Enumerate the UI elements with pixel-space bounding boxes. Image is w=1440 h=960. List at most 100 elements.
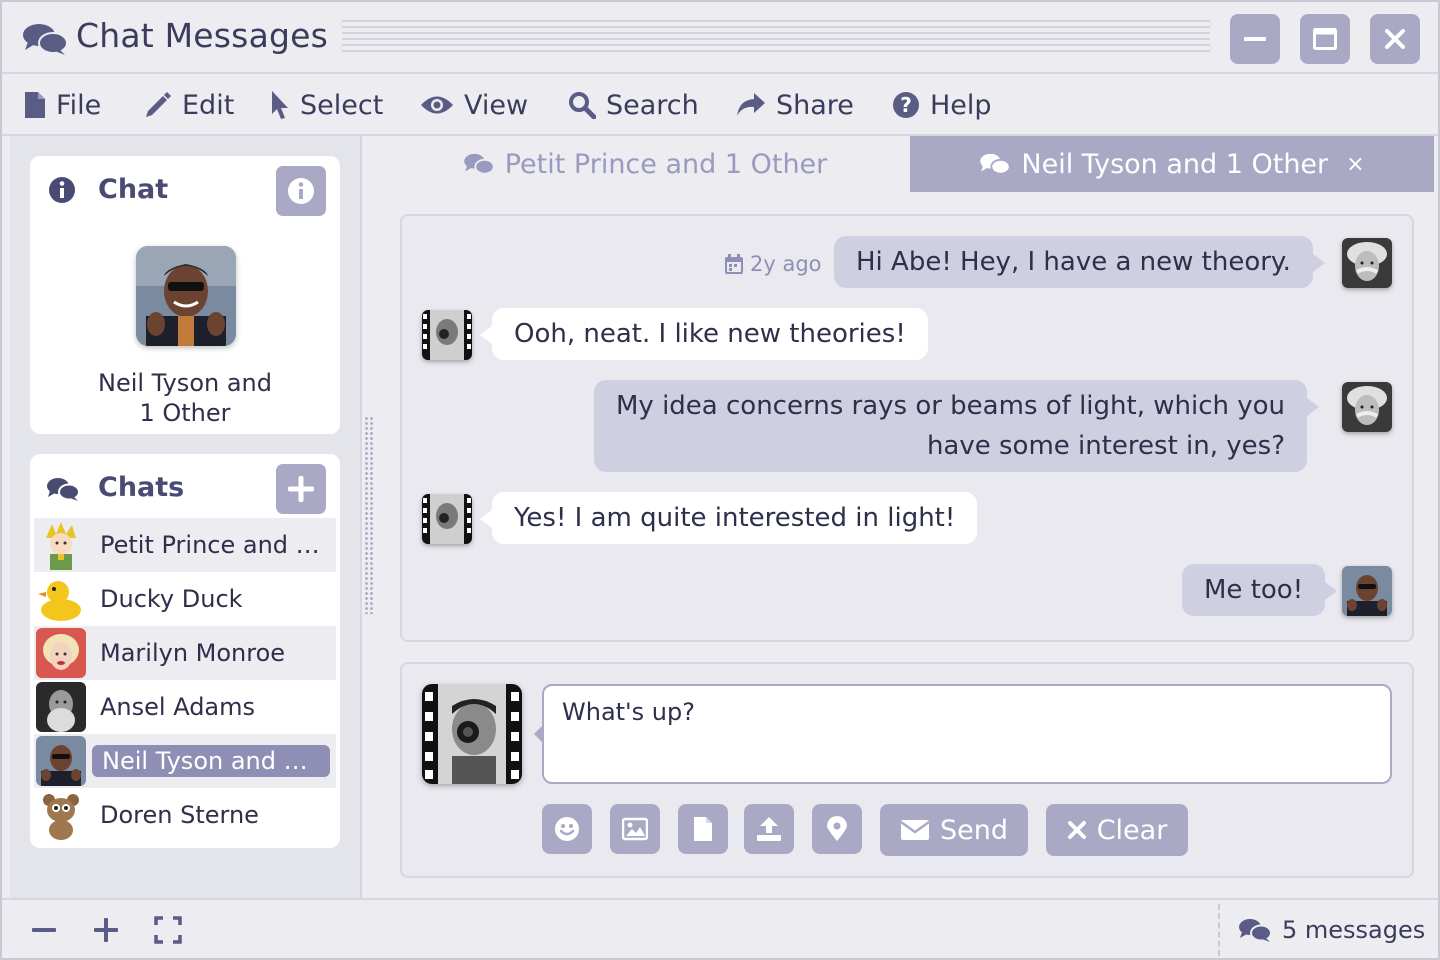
plus-icon [288, 476, 314, 502]
app-window: Chat Messages File Edit Select View Sear… [0, 0, 1440, 960]
new-chat-button[interactable] [276, 464, 326, 514]
status-bar: 5 messages [2, 898, 1438, 958]
tab-bar: Petit Prince and 1 Other Neil Tyson and … [380, 136, 1434, 192]
file-icon [694, 817, 712, 841]
location-icon [827, 816, 847, 841]
einstein-avatar [1342, 382, 1392, 432]
fullscreen-icon[interactable] [152, 914, 184, 946]
send-button[interactable]: Send [880, 804, 1028, 856]
chat-list: Petit Prince and 1... Ducky Duck Marilyn… [34, 518, 336, 842]
message-text: Ooh, neat. I like new theories! [514, 319, 906, 349]
einstein-icon [1342, 382, 1392, 432]
menu-select[interactable]: Select [270, 86, 383, 124]
film-strip-icon [422, 310, 472, 360]
petit-prince-avatar [36, 520, 86, 570]
doren-sterne-avatar [36, 790, 86, 840]
chat-name-line2: 1 Other [139, 399, 231, 427]
film-strip-icon [422, 494, 472, 544]
menu-view[interactable]: View [420, 86, 528, 124]
marilyn-monroe-avatar [36, 628, 86, 678]
chat-info-title: Chat [98, 174, 169, 205]
close-button[interactable] [1370, 14, 1420, 64]
close-icon [1385, 29, 1405, 49]
tab-label: Petit Prince and 1 Other [504, 148, 828, 180]
info-circle-icon [49, 177, 75, 203]
chat-item-doren-sterne[interactable]: Doren Sterne [34, 788, 336, 842]
ansel-adams-avatar [36, 682, 86, 732]
menu-search[interactable]: Search [568, 86, 699, 124]
chat-bubbles-icon [23, 24, 68, 55]
tab-petit-prince[interactable]: Petit Prince and 1 Other [380, 136, 910, 192]
menu-share[interactable]: Share [736, 86, 854, 124]
chat-item-petit-prince[interactable]: Petit Prince and 1... [34, 518, 336, 572]
upload-icon [757, 817, 781, 841]
zoom-out-icon[interactable] [28, 914, 60, 946]
message-bubble-outgoing[interactable]: Hi Abe! Hey, I have a new theory. [834, 236, 1325, 288]
minimize-button[interactable] [1230, 14, 1280, 64]
title-drag-handle[interactable] [342, 20, 1210, 56]
send-label: Send [939, 814, 1008, 846]
chat-item-label: Ansel Adams [100, 693, 256, 721]
chats-card: Chats Petit Prince and 1... Ducky Duck M… [30, 454, 340, 848]
chat-item-label: Neil Tyson and 1 ... [92, 745, 330, 777]
attach-file-button[interactable] [678, 804, 728, 854]
message-bubble-outgoing[interactable]: My idea concerns rays or beams of light,… [594, 380, 1320, 472]
message-bubble-outgoing[interactable]: Me too! [1182, 564, 1338, 616]
marilyn-monroe-icon [36, 628, 86, 678]
menu-file[interactable]: File [24, 86, 101, 124]
photographer-avatar [422, 494, 472, 544]
upload-button[interactable] [744, 804, 794, 854]
film-strip-photographer-icon [422, 684, 522, 784]
menu-bar: File Edit Select View Search Share ? Hel… [2, 74, 1438, 136]
share-icon [737, 93, 765, 116]
image-button[interactable] [610, 804, 660, 854]
zoom-in-icon[interactable] [90, 914, 122, 946]
menu-help[interactable]: ? Help [892, 86, 992, 124]
neil-tyson-icon [36, 736, 86, 786]
einstein-avatar [1342, 238, 1392, 288]
clear-x-icon [1067, 821, 1086, 839]
message-bubble-incoming[interactable]: Yes! I am quite interested in light! [479, 492, 978, 544]
chat-info-button[interactable] [276, 166, 326, 216]
title-bar[interactable]: Chat Messages [2, 2, 1438, 74]
menu-search-label: Search [606, 89, 699, 121]
einstein-icon [1342, 238, 1392, 288]
compose-avatar [422, 684, 522, 784]
menu-select-label: Select [300, 89, 384, 121]
chats-title: Chats [98, 472, 185, 503]
message-bubble-incoming[interactable]: Ooh, neat. I like new theories! [480, 308, 928, 360]
chat-item-ansel-adams[interactable]: Ansel Adams [34, 680, 336, 734]
maximize-button[interactable] [1300, 14, 1350, 64]
chat-avatar [136, 246, 236, 346]
sidebar-splitter[interactable] [364, 416, 374, 614]
help-icon: ? [893, 92, 919, 118]
message-text: Hi Abe! Hey, I have a new theory. [856, 247, 1291, 277]
petit-prince-icon [36, 520, 86, 570]
clear-button[interactable]: Clear [1046, 804, 1188, 856]
clear-label: Clear [1096, 814, 1168, 846]
emoji-icon [555, 817, 579, 841]
rubber-duck-icon [36, 574, 86, 624]
chat-item-neil-tyson[interactable]: Neil Tyson and 1 ... [34, 734, 336, 788]
chat-item-marilyn-monroe[interactable]: Marilyn Monroe [34, 626, 336, 680]
search-icon [569, 92, 596, 119]
chat-item-ducky-duck[interactable]: Ducky Duck [34, 572, 336, 626]
location-button[interactable] [812, 804, 862, 854]
eye-icon [421, 96, 453, 114]
tab-neil-tyson[interactable]: Neil Tyson and 1 Other × [910, 136, 1434, 192]
message-timestamp: 2y ago [724, 252, 822, 276]
chat-name-line1: Neil Tyson and [98, 369, 272, 397]
menu-view-label: View [464, 89, 529, 121]
neil-tyson-icon [1342, 566, 1392, 616]
maximize-icon [1313, 28, 1337, 50]
pencil-icon [146, 92, 171, 117]
menu-edit[interactable]: Edit [144, 86, 234, 124]
image-icon [622, 817, 648, 841]
tab-close-icon[interactable]: × [1346, 152, 1364, 177]
status-separator [1218, 904, 1220, 956]
emoji-button[interactable] [542, 804, 592, 854]
message-input[interactable] [542, 684, 1392, 784]
photographer-avatar [422, 310, 472, 360]
message-text: Yes! I am quite interested in light! [514, 503, 956, 533]
chat-item-label: Doren Sterne [100, 801, 259, 829]
